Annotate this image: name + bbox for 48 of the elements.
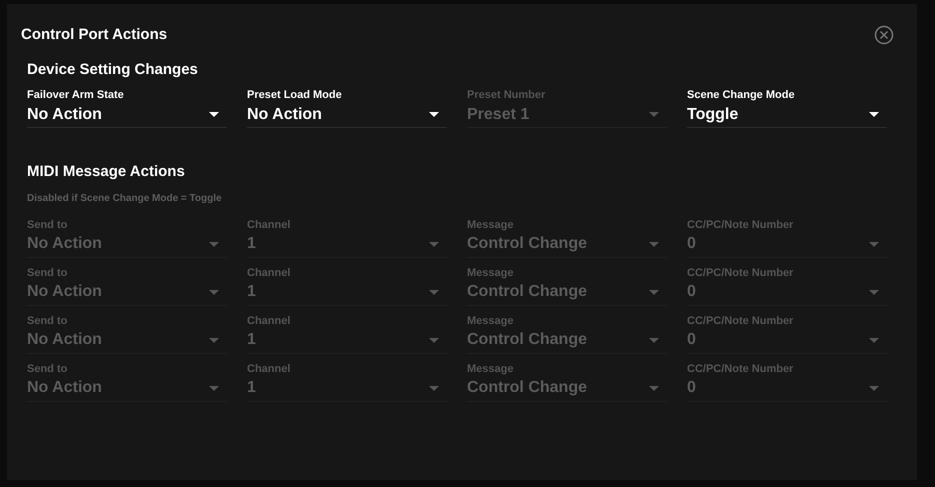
dropdown[interactable]: Toggle [687, 102, 887, 128]
caret-icon [649, 386, 659, 390]
caret-icon [209, 290, 219, 294]
caret-icon [429, 242, 439, 246]
caret-icon [869, 290, 879, 294]
caret-icon [649, 242, 659, 246]
section-heading: MIDI Message Actions [27, 162, 186, 182]
caret-icon [869, 242, 879, 246]
caret-icon [869, 386, 879, 390]
field-label: Preset Load Mode [247, 88, 343, 102]
field-label: CC/PC/Note Number [687, 218, 794, 232]
caret-icon [209, 386, 219, 390]
field-label: CC/PC/Note Number [687, 314, 794, 328]
field-label: Send to [27, 218, 68, 232]
caret-icon [209, 242, 219, 246]
close-icon[interactable] [874, 25, 894, 46]
caret-icon [209, 338, 219, 342]
field-label: Channel [247, 218, 292, 232]
caret-icon [649, 112, 659, 117]
caret-icon [429, 386, 439, 390]
field-label: Send to [27, 362, 68, 376]
caret-icon [869, 338, 879, 342]
field-label: Send to [27, 314, 68, 328]
field-label: Preset Number [467, 88, 546, 102]
caret-icon [869, 112, 879, 117]
field-label: Message [467, 314, 514, 328]
field-label: Scene Change Mode [687, 88, 796, 102]
caret-icon [649, 290, 659, 294]
caret-icon [429, 290, 439, 294]
field-label: Message [467, 218, 514, 232]
field-label: Failover Arm State [27, 88, 125, 102]
field-label: Send to [27, 266, 68, 280]
field-label: Message [467, 266, 514, 280]
section-heading: Device Setting Changes [27, 60, 199, 80]
field-label: Channel [247, 266, 292, 280]
caret-icon [209, 112, 219, 117]
caret-icon [429, 112, 439, 117]
field-label: Channel [247, 362, 292, 376]
dialog-title: Control Port Actions [21, 25, 168, 45]
caret-icon [649, 338, 659, 342]
field-label: CC/PC/Note Number [687, 362, 794, 376]
caret-icon [429, 338, 439, 342]
section-note: Disabled if Scene Change Mode = Toggle [27, 192, 223, 206]
dropdown[interactable]: No Action [247, 102, 447, 128]
field-label: Channel [247, 314, 292, 328]
field-label: Message [467, 362, 514, 376]
dropdown[interactable]: No Action [27, 102, 227, 128]
field-label: CC/PC/Note Number [687, 266, 794, 280]
